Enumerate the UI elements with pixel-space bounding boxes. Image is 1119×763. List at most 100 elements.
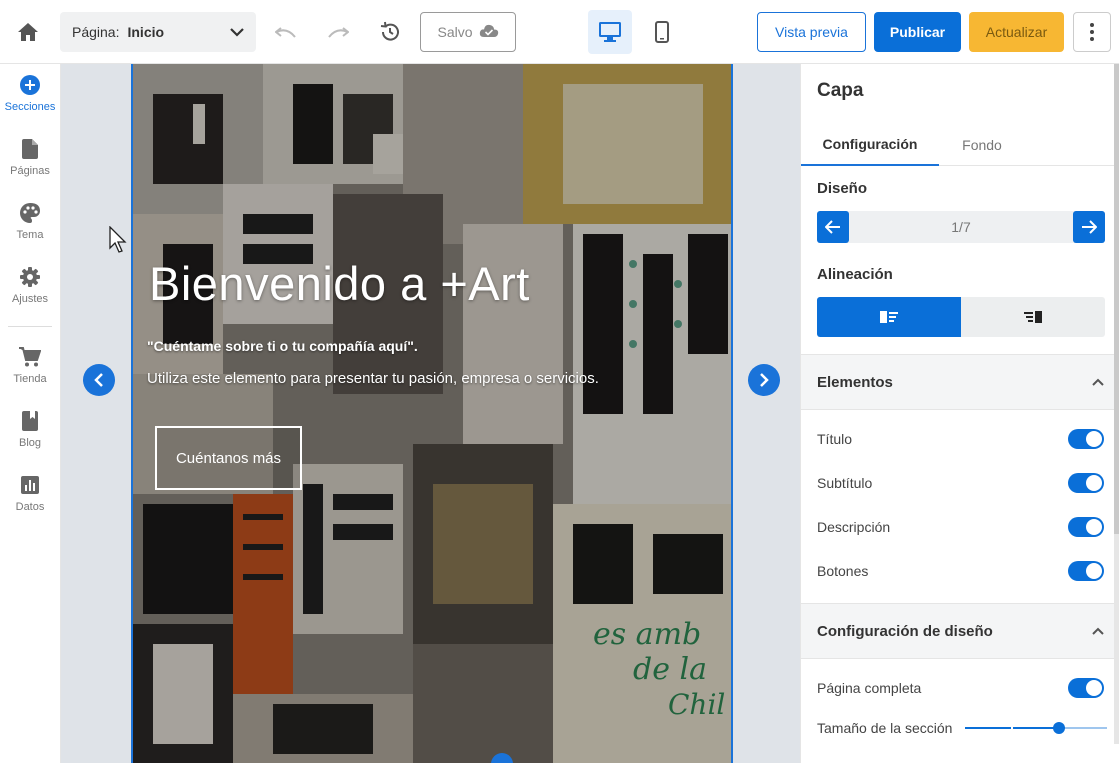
full-page-toggle[interactable] bbox=[1068, 678, 1104, 698]
tab-configuration[interactable]: Configuración bbox=[801, 124, 939, 166]
cloud-check-icon bbox=[479, 24, 499, 41]
mobile-icon bbox=[655, 21, 669, 43]
next-layout-button[interactable] bbox=[748, 364, 780, 396]
bar-chart-icon bbox=[19, 474, 41, 496]
desktop-view-button[interactable] bbox=[588, 10, 632, 54]
alignment-label: Alineación bbox=[817, 266, 893, 283]
book-icon bbox=[19, 410, 41, 432]
cart-icon bbox=[19, 346, 41, 368]
chevron-left-icon bbox=[94, 373, 103, 387]
mouse-cursor-icon bbox=[109, 226, 127, 253]
gear-icon bbox=[19, 266, 41, 288]
nav-label: Páginas bbox=[10, 165, 50, 177]
nav-item-settings[interactable]: Ajustes bbox=[0, 256, 60, 310]
toggle-label: Descripción bbox=[817, 519, 891, 535]
hero-subtitle[interactable]: "Cuéntame sobre ti o tu compañía aquí". bbox=[147, 338, 418, 354]
title-toggle[interactable] bbox=[1068, 429, 1104, 449]
nav-label: Tema bbox=[16, 229, 44, 241]
hero-cta-button[interactable]: Cuéntanos más bbox=[155, 426, 302, 490]
left-navigation: Secciones Páginas Tema Ajustes Tienda Bl… bbox=[0, 64, 61, 763]
section-size-row: Tamaño de la sección bbox=[801, 712, 1119, 744]
palette-icon bbox=[19, 202, 41, 224]
prev-layout-button[interactable] bbox=[83, 364, 115, 396]
section-size-slider[interactable] bbox=[965, 722, 1107, 734]
more-vertical-icon bbox=[1090, 23, 1094, 41]
page-select[interactable]: Página: Inicio bbox=[60, 12, 256, 52]
nav-item-blog[interactable]: Blog bbox=[0, 400, 60, 454]
more-options-button[interactable] bbox=[1073, 12, 1111, 52]
buttons-toggle[interactable] bbox=[1068, 561, 1104, 581]
design-prev-button[interactable] bbox=[817, 211, 849, 243]
hero-overlay bbox=[133, 64, 731, 763]
panel-scrollbar[interactable] bbox=[1114, 64, 1119, 744]
hero-section[interactable]: es amb de la Chil Bienvenido a +Art "Cué… bbox=[131, 64, 733, 763]
properties-panel: Capa Configuración Fondo Diseño 1/7 Alin… bbox=[800, 64, 1119, 763]
nav-label: Tienda bbox=[13, 373, 47, 385]
mobile-view-button[interactable] bbox=[640, 10, 684, 54]
home-icon[interactable] bbox=[14, 18, 42, 46]
align-right-icon bbox=[1024, 311, 1042, 323]
panel-tabs: Configuración Fondo bbox=[801, 124, 1119, 166]
publish-button[interactable]: Publicar bbox=[874, 12, 961, 52]
arrow-right-icon bbox=[1082, 220, 1097, 234]
editor-canvas: es amb de la Chil Bienvenido a +Art "Cué… bbox=[61, 64, 800, 763]
align-left-icon bbox=[880, 311, 898, 323]
nav-label: Datos bbox=[15, 501, 45, 513]
design-stepper: 1/7 bbox=[817, 211, 1105, 243]
saved-status-button[interactable]: Salvo bbox=[420, 12, 516, 52]
elements-header-label: Elementos bbox=[817, 373, 893, 391]
nav-item-theme[interactable]: Tema bbox=[0, 192, 60, 246]
hero-description[interactable]: Utiliza este elemento para presentar tu … bbox=[147, 370, 599, 387]
preview-button[interactable]: Vista previa bbox=[757, 12, 866, 52]
nav-label: Blog bbox=[18, 437, 42, 449]
arrow-left-icon bbox=[825, 220, 840, 234]
top-toolbar: Página: Inicio Salvo Vista previa Public… bbox=[0, 0, 1119, 64]
history-icon[interactable] bbox=[376, 18, 404, 46]
alignment-toggle-group bbox=[817, 297, 1105, 337]
design-label: Diseño bbox=[817, 180, 868, 197]
design-config-header-label: Configuración de diseño bbox=[817, 622, 993, 640]
hero-title[interactable]: Bienvenido a +Art bbox=[149, 256, 530, 311]
description-toggle[interactable] bbox=[1068, 517, 1104, 537]
redo-icon[interactable] bbox=[324, 18, 352, 46]
toggle-label: Página completa bbox=[817, 680, 922, 696]
page-select-value: Inicio bbox=[127, 24, 165, 40]
update-button[interactable]: Actualizar bbox=[969, 12, 1064, 52]
chevron-right-icon bbox=[760, 373, 769, 387]
desktop-icon bbox=[599, 22, 621, 42]
panel-title: Capa bbox=[817, 80, 864, 101]
plus-circle-icon bbox=[19, 74, 41, 96]
saved-label: Salvo bbox=[437, 24, 473, 40]
undo-icon[interactable] bbox=[272, 18, 300, 46]
subtitle-toggle[interactable] bbox=[1068, 473, 1104, 493]
slider-knob[interactable] bbox=[1053, 722, 1065, 734]
nav-item-data[interactable]: Datos bbox=[0, 464, 60, 518]
nav-item-store[interactable]: Tienda bbox=[0, 336, 60, 390]
section-size-label: Tamaño de la sección bbox=[817, 720, 953, 736]
elements-accordion-header[interactable]: Elementos bbox=[801, 354, 1119, 410]
tab-background[interactable]: Fondo bbox=[939, 124, 1025, 166]
design-config-accordion-header[interactable]: Configuración de diseño bbox=[801, 603, 1119, 659]
toggle-label: Botones bbox=[817, 563, 869, 579]
slider-track-rest bbox=[1059, 727, 1107, 729]
slider-tick bbox=[1011, 726, 1013, 730]
toggle-row-subtitle: Subtítulo bbox=[801, 461, 1119, 505]
nav-item-sections[interactable]: Secciones bbox=[0, 64, 60, 118]
nav-item-pages[interactable]: Páginas bbox=[0, 128, 60, 182]
toggle-label: Título bbox=[817, 431, 853, 447]
panel-scrollbar-thumb[interactable] bbox=[1114, 64, 1119, 534]
toggle-row-description: Descripción bbox=[801, 505, 1119, 549]
align-left-button[interactable] bbox=[817, 297, 961, 337]
design-value: 1/7 bbox=[951, 219, 971, 235]
page-icon bbox=[19, 138, 41, 160]
design-next-button[interactable] bbox=[1073, 211, 1105, 243]
nav-divider bbox=[8, 326, 52, 327]
chevron-down-icon bbox=[230, 27, 244, 37]
toggle-row-title: Título bbox=[801, 417, 1119, 461]
toggle-row-buttons: Botones bbox=[801, 549, 1119, 593]
toggle-row-full-page: Página completa bbox=[801, 666, 1119, 710]
align-right-button[interactable] bbox=[961, 297, 1105, 337]
page-select-label: Página: bbox=[72, 24, 120, 40]
nav-label: Secciones bbox=[4, 101, 56, 113]
toggle-label: Subtítulo bbox=[817, 475, 873, 491]
